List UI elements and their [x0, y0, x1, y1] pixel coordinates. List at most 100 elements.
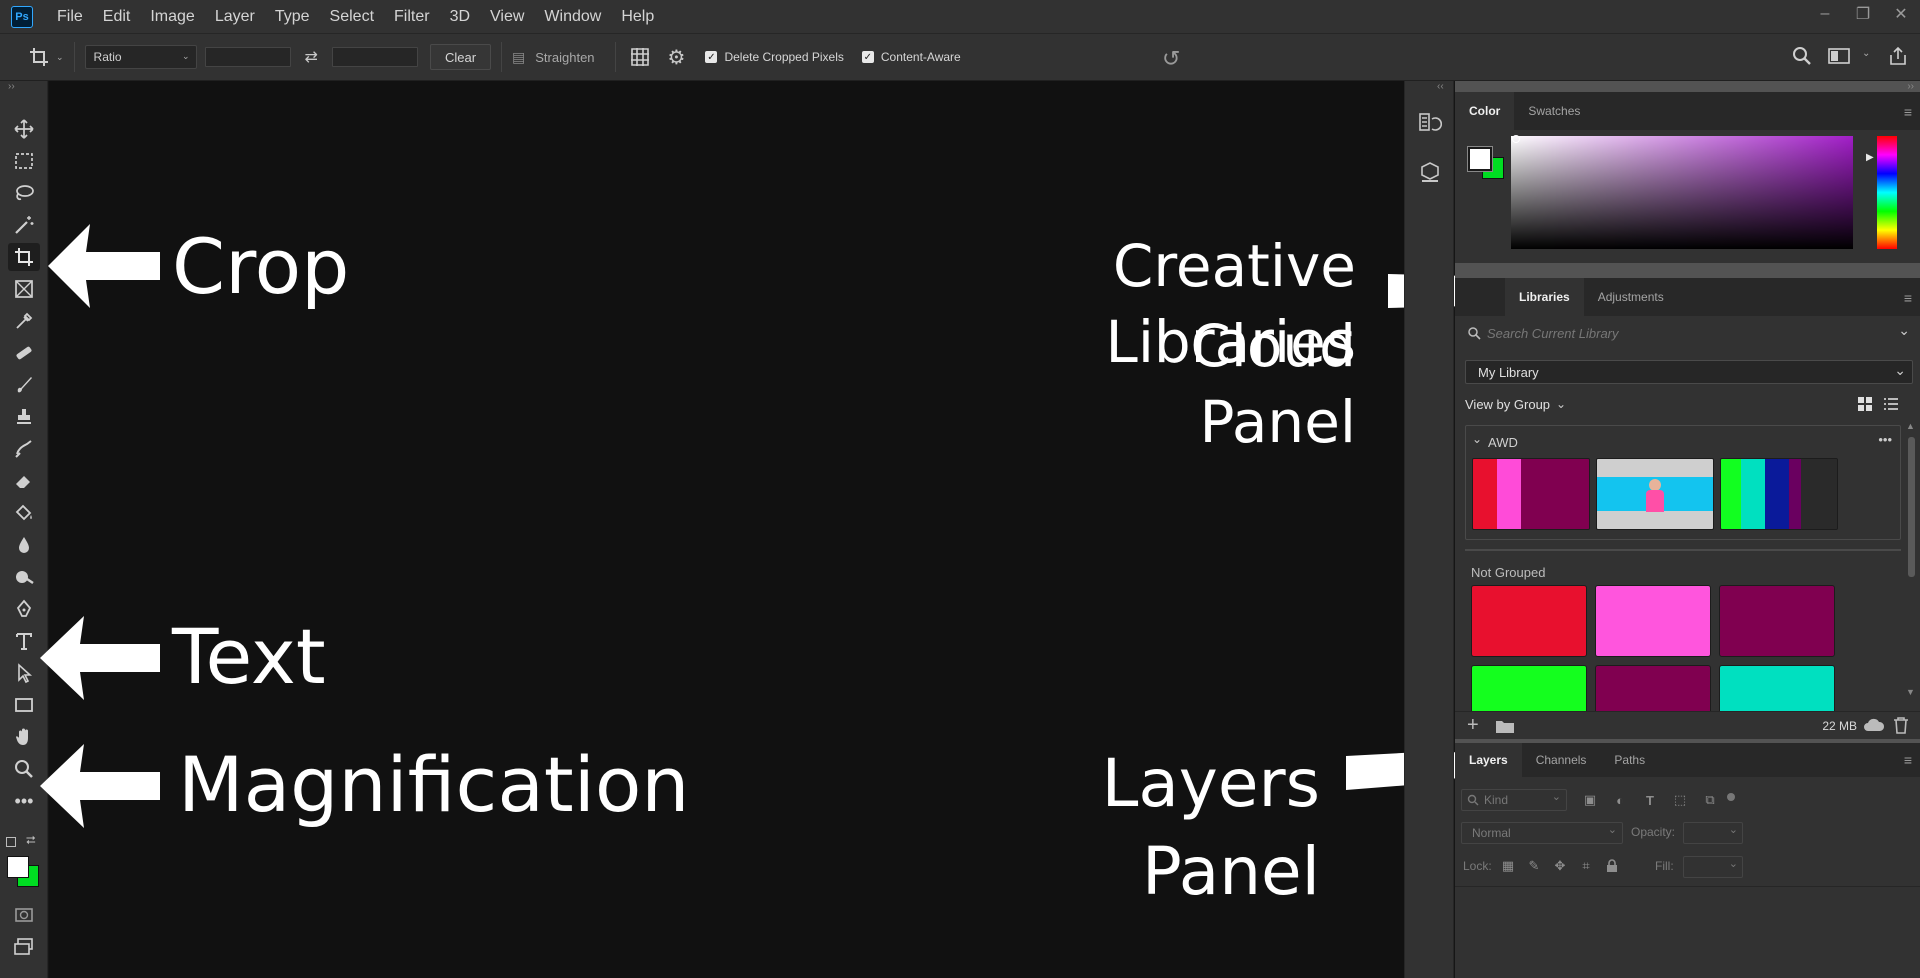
grid-view-icon[interactable] — [1857, 396, 1873, 417]
menu-select[interactable]: Select — [330, 8, 374, 26]
delete-cropped-checkbox[interactable]: ✓ Delete Cropped Pixels — [705, 50, 844, 64]
quick-mask-icon[interactable] — [8, 901, 40, 929]
more-options-icon[interactable]: ••• — [1878, 432, 1892, 447]
crop-tool-preset-icon[interactable] — [26, 47, 52, 67]
smart-object-filter-icon[interactable]: ⧉ — [1699, 789, 1721, 811]
zoom-tool-icon[interactable] — [8, 755, 40, 783]
close-button[interactable]: ✕ — [1882, 4, 1920, 24]
minimize-button[interactable]: – — [1806, 5, 1844, 23]
opacity-field[interactable]: ⌄ — [1683, 822, 1743, 844]
color-theme-swatch[interactable] — [1720, 458, 1838, 530]
scroll-down-icon[interactable]: ▼ — [1906, 687, 1915, 697]
color-asset-swatch[interactable] — [1719, 585, 1835, 657]
library-scrollbar[interactable]: ▲ ▼ — [1905, 421, 1917, 700]
menu-type[interactable]: Type — [275, 8, 310, 26]
eyedropper-tool-icon[interactable] — [8, 307, 40, 335]
filter-kind-select[interactable]: Kind ⌄ — [1461, 789, 1567, 811]
pen-tool-icon[interactable] — [8, 595, 40, 623]
menu-3d[interactable]: 3D — [450, 8, 470, 26]
clone-stamp-tool-icon[interactable] — [8, 403, 40, 431]
path-selection-tool-icon[interactable] — [8, 659, 40, 687]
scrollbar-thumb[interactable] — [1908, 437, 1915, 577]
straighten-icon[interactable]: ▤ — [512, 49, 525, 66]
blur-tool-icon[interactable] — [8, 531, 40, 559]
lock-image-pixels-icon[interactable]: ✎ — [1523, 855, 1545, 877]
menu-window[interactable]: Window — [544, 8, 601, 26]
pixel-layer-filter-icon[interactable]: ▣ — [1579, 789, 1601, 811]
tab-layers[interactable]: Layers — [1455, 743, 1522, 777]
default-colors-icon[interactable] — [6, 837, 16, 847]
group-name[interactable]: AWD — [1488, 435, 1518, 450]
3d-panel-icon[interactable] — [1418, 161, 1442, 190]
rectangle-tool-icon[interactable] — [8, 691, 40, 719]
color-theme-swatch[interactable] — [1472, 458, 1590, 530]
brush-tool-icon[interactable] — [8, 371, 40, 399]
marquee-tool-icon[interactable] — [8, 147, 40, 175]
trash-icon[interactable] — [1893, 716, 1909, 739]
search-icon[interactable] — [1792, 46, 1812, 66]
tab-libraries[interactable]: Libraries — [1505, 278, 1584, 316]
chevron-down-icon[interactable]: ⌄ — [1898, 322, 1910, 339]
crop-tool-icon[interactable] — [8, 243, 40, 271]
swap-colors-icon[interactable]: ⮂ — [26, 833, 36, 848]
photoshop-logo[interactable]: Ps — [11, 5, 33, 28]
color-asset-swatch[interactable] — [1595, 585, 1711, 657]
menu-filter[interactable]: Filter — [394, 8, 430, 26]
history-brush-tool-icon[interactable] — [8, 435, 40, 463]
menu-edit[interactable]: Edit — [103, 8, 131, 26]
menu-file[interactable]: File — [57, 8, 83, 26]
foreground-color-swatch[interactable] — [1467, 146, 1493, 172]
library-search-bar[interactable]: Search Current Library ⌄ — [1465, 322, 1910, 346]
panel-menu-icon[interactable]: ≡ — [1904, 752, 1912, 768]
menu-view[interactable]: View — [490, 8, 524, 26]
frame-tool-icon[interactable] — [8, 275, 40, 303]
restore-button[interactable]: ❐ — [1844, 4, 1882, 24]
lock-transparent-pixels-icon[interactable]: ▦ — [1497, 855, 1519, 877]
lock-all-icon[interactable] — [1601, 855, 1623, 877]
type-layer-filter-icon[interactable]: T — [1639, 789, 1661, 811]
width-field[interactable] — [204, 47, 291, 67]
swap-icon[interactable]: ⇄ — [305, 47, 318, 67]
tab-swatches[interactable]: Swatches — [1514, 92, 1594, 130]
folder-icon[interactable] — [1495, 718, 1515, 739]
chevron-down-icon[interactable]: ⌄ — [1472, 432, 1482, 446]
color-asset-swatch[interactable] — [1471, 585, 1587, 657]
move-tool-icon[interactable] — [8, 115, 40, 143]
blend-mode-select[interactable]: Normal ⌄ — [1461, 822, 1623, 844]
lock-position-icon[interactable]: ✥ — [1549, 855, 1571, 877]
chevron-down-icon[interactable]: ⌄ — [1862, 48, 1870, 59]
screen-mode-icon[interactable] — [8, 933, 40, 961]
magic-wand-tool-icon[interactable] — [8, 211, 40, 239]
panel-menu-icon[interactable]: ≡ — [1904, 104, 1912, 120]
cloud-icon[interactable] — [1863, 717, 1885, 738]
scroll-up-icon[interactable]: ▲ — [1906, 421, 1915, 431]
eraser-tool-icon[interactable] — [8, 467, 40, 495]
share-icon[interactable] — [1888, 46, 1908, 66]
add-asset-icon[interactable]: + — [1467, 714, 1479, 737]
hand-tool-icon[interactable] — [8, 723, 40, 751]
collapse-icon[interactable]: ›› — [1907, 81, 1914, 92]
view-by-group-dropdown[interactable]: View by Group ⌄ — [1465, 393, 1566, 415]
paint-bucket-tool-icon[interactable] — [8, 499, 40, 527]
content-aware-checkbox[interactable]: ✓ Content-Aware — [861, 50, 961, 64]
grid-overlay-icon[interactable] — [630, 47, 650, 67]
image-asset-thumbnail[interactable] — [1596, 458, 1714, 530]
gear-icon[interactable]: ⚙ — [668, 45, 686, 70]
adjustment-layer-filter-icon[interactable]: ◐ — [1609, 789, 1631, 811]
library-select[interactable]: My Library ⌄ — [1465, 360, 1913, 384]
menu-image[interactable]: Image — [150, 8, 194, 26]
lock-artboard-icon[interactable]: ⌗ — [1575, 855, 1597, 877]
foreground-color-swatch[interactable] — [7, 856, 29, 878]
menu-layer[interactable]: Layer — [215, 8, 255, 26]
shape-layer-filter-icon[interactable]: ⬚ — [1669, 789, 1691, 811]
healing-brush-tool-icon[interactable] — [8, 339, 40, 367]
tab-adjustments[interactable]: Adjustments — [1584, 278, 1678, 316]
history-panel-icon[interactable] — [1418, 111, 1443, 140]
collapse-icon[interactable]: ‹‹ — [1437, 81, 1444, 92]
tab-color[interactable]: Color — [1455, 92, 1515, 130]
dodge-tool-icon[interactable] — [8, 563, 40, 591]
filter-toggle-icon[interactable] — [1727, 793, 1735, 801]
straighten-label[interactable]: Straighten — [535, 50, 594, 65]
workspace-icon[interactable] — [1828, 46, 1850, 66]
menu-help[interactable]: Help — [621, 8, 654, 26]
